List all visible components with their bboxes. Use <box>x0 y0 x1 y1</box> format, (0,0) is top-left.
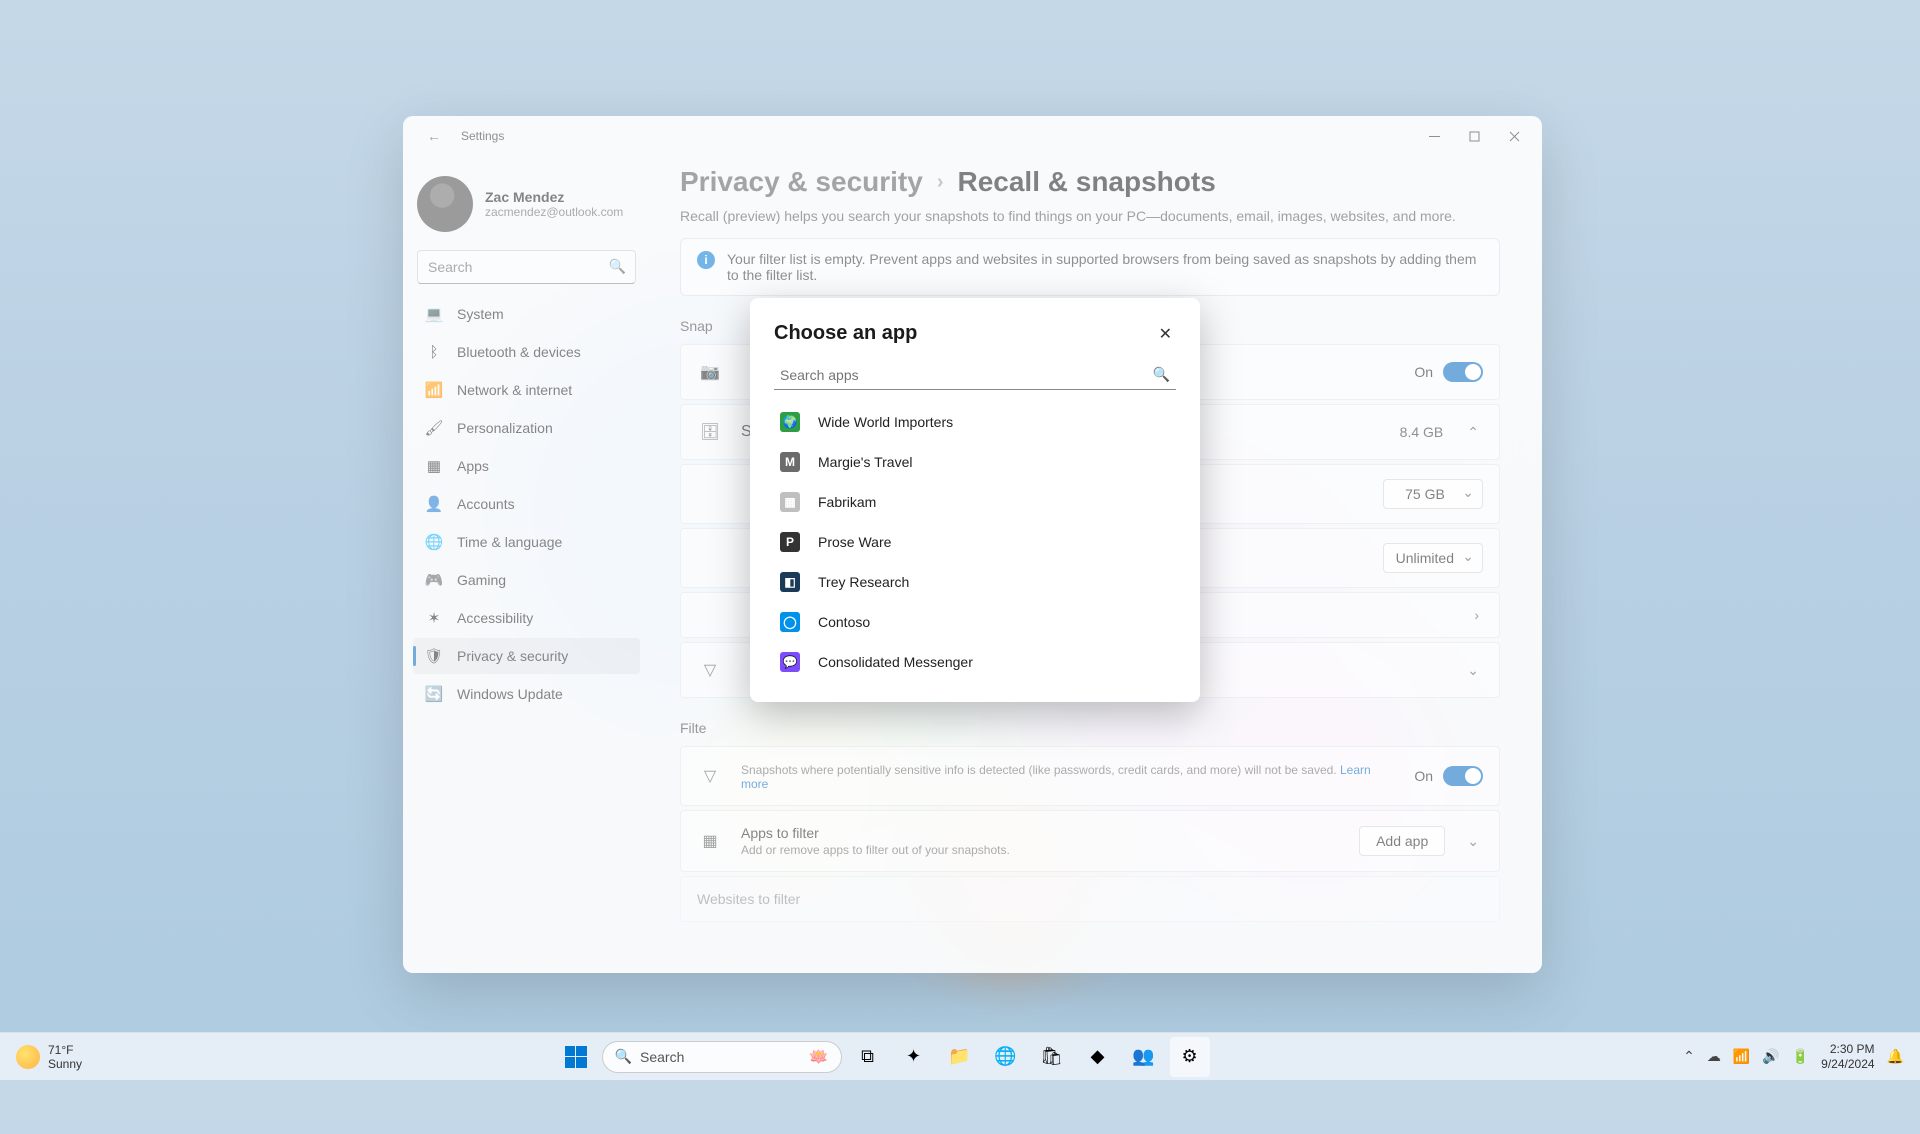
volume-icon[interactable]: 🔊 <box>1762 1048 1779 1065</box>
weather-temp: 71°F <box>48 1043 82 1057</box>
wifi-icon[interactable]: 📶 <box>1733 1048 1750 1065</box>
app-option-trey-research[interactable]: ◧ Trey Research <box>774 562 1176 602</box>
search-icon: 🔍 <box>615 1048 632 1065</box>
app-icon: ◯ <box>780 612 800 632</box>
tray-chevron-icon[interactable]: ⌃ <box>1683 1048 1695 1065</box>
choose-app-dialog: Choose an app ✕ 🔍 🌍 Wide World Importers M… <box>750 298 1200 702</box>
dialog-close-button[interactable]: ✕ <box>1155 322 1176 346</box>
start-button[interactable] <box>556 1037 596 1077</box>
onedrive-icon[interactable]: ☁ <box>1707 1048 1721 1065</box>
app-option-fabrikam[interactable]: ▦ Fabrikam <box>774 482 1176 522</box>
app-option-margie-s-travel[interactable]: M Margie's Travel <box>774 442 1176 482</box>
battery-icon[interactable]: 🔋 <box>1792 1048 1809 1065</box>
task-view-button[interactable]: ⧉ <box>848 1037 888 1077</box>
app-button[interactable]: ◆ <box>1078 1037 1118 1077</box>
app-name: Wide World Importers <box>818 414 953 430</box>
app-option-consolidated-messenger[interactable]: 💬 Consolidated Messenger <box>774 642 1176 682</box>
copilot-button[interactable]: ✦ <box>894 1037 934 1077</box>
app-name: Prose Ware <box>818 534 891 550</box>
search-icon: 🔍 <box>1153 366 1170 383</box>
clock[interactable]: 2:30 PM 9/24/2024 <box>1821 1042 1874 1071</box>
taskbar-weather[interactable]: 71°F Sunny <box>16 1043 82 1071</box>
app-name: Margie's Travel <box>818 454 912 470</box>
app-icon: ▦ <box>780 492 800 512</box>
app-option-wide-world-importers[interactable]: 🌍 Wide World Importers <box>774 402 1176 442</box>
app-name: Fabrikam <box>818 494 876 510</box>
edge-button[interactable]: 🌐 <box>986 1037 1026 1077</box>
app-icon: P <box>780 532 800 552</box>
app-icon: M <box>780 452 800 472</box>
app-icon: ◧ <box>780 572 800 592</box>
app-name: Consolidated Messenger <box>818 654 973 670</box>
store-button[interactable]: 🛍 <box>1032 1037 1072 1077</box>
app-icon: 💬 <box>780 652 800 672</box>
system-tray: ⌃ ☁ 📶 🔊 🔋 2:30 PM 9/24/2024 🔔 <box>1683 1042 1904 1071</box>
app-icon: 🌍 <box>780 412 800 432</box>
app-name: Trey Research <box>818 574 909 590</box>
app-search-input[interactable] <box>774 360 1176 390</box>
teams-button[interactable]: 👥 <box>1124 1037 1164 1077</box>
search-highlight-icon: 🪷 <box>809 1047 829 1067</box>
app-list[interactable]: 🌍 Wide World Importers M Margie's Travel ▦ Fa… <box>774 396 1176 682</box>
dialog-title: Choose an app <box>774 322 917 345</box>
app-option-prose-ware[interactable]: P Prose Ware <box>774 522 1176 562</box>
app-name: Contoso <box>818 614 870 630</box>
file-explorer-button[interactable]: 📁 <box>940 1037 980 1077</box>
settings-taskbar-button[interactable]: ⚙ <box>1170 1037 1210 1077</box>
app-option-contoso[interactable]: ◯ Contoso <box>774 602 1176 642</box>
taskbar-center: 🔍 Search 🪷 ⧉ ✦ 📁 🌐 🛍 ◆ 👥 ⚙ <box>556 1037 1210 1077</box>
taskbar: 71°F Sunny 🔍 Search 🪷 ⧉ ✦ 📁 🌐 🛍 ◆ 👥 ⚙ ⌃ … <box>0 1032 1920 1080</box>
notifications-icon[interactable]: 🔔 <box>1887 1048 1904 1065</box>
taskbar-search[interactable]: 🔍 Search 🪷 <box>602 1041 842 1073</box>
weather-condition: Sunny <box>48 1057 82 1071</box>
sun-icon <box>16 1045 40 1069</box>
